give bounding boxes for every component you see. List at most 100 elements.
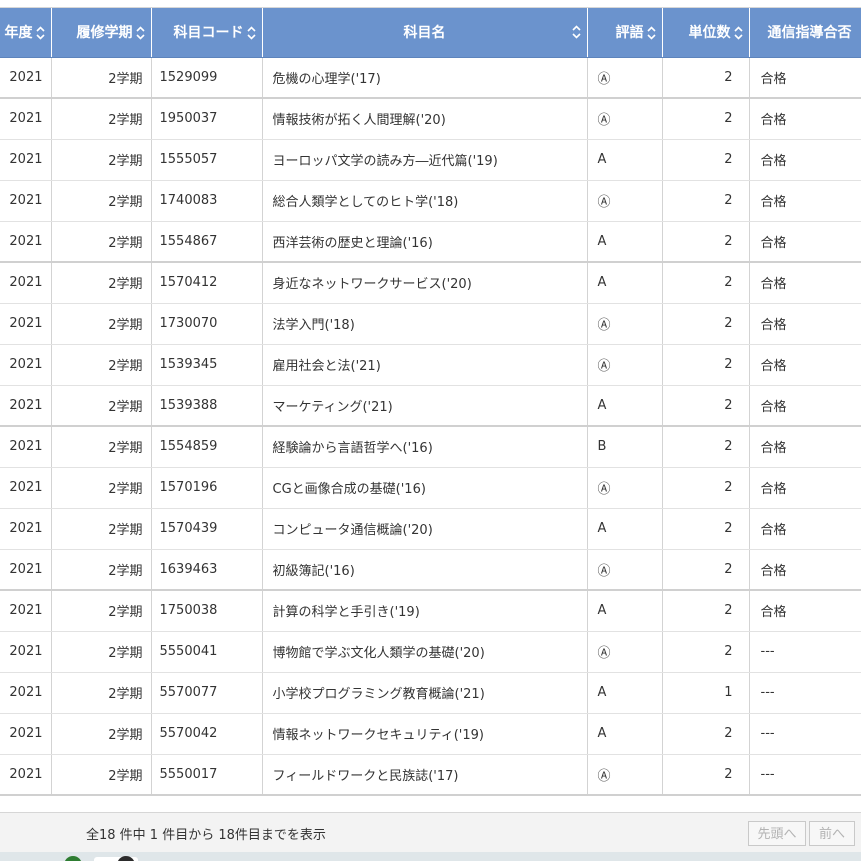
cell-year: 2021 [0, 549, 52, 591]
cell-term: 2学期 [51, 672, 152, 714]
table-footer: 全18 件中 1 件目から 18件目までを表示 先頭へ 前へ [0, 812, 861, 852]
cell-year: 2021 [0, 385, 52, 427]
table-row[interactable]: 2021 2学期 1639463 初級簿記('16) Ⓐ 2 合格 [0, 549, 861, 591]
table-row[interactable]: 2021 2学期 1950037 情報技術が拓く人間理解('20) Ⓐ 2 合格 [0, 98, 861, 140]
table-row[interactable]: 2021 2学期 1539388 マーケティング('21) A 2 合格 [0, 385, 861, 427]
cell-term: 2学期 [51, 221, 152, 263]
table-header-row: 年度 履修学期 科目コード 科目名 評語 単位数 通信指導合否 [0, 8, 861, 58]
cell-credits: 2 [662, 139, 750, 181]
cell-credits: 2 [662, 98, 750, 140]
cell-year: 2021 [0, 508, 52, 550]
table-row[interactable]: 2021 2学期 1554859 経験論から言語哲学へ('16) B 2 合格 [0, 426, 861, 468]
sort-icon [733, 26, 743, 40]
sort-icon [571, 25, 581, 39]
cell-code: 5550017 [151, 754, 263, 796]
cell-term: 2学期 [51, 631, 152, 673]
cell-credits: 2 [662, 221, 750, 263]
cell-grade: A [587, 713, 663, 755]
column-header-year[interactable]: 年度 [0, 8, 52, 58]
cell-grade: A [587, 262, 663, 304]
cell-code: 1554867 [151, 221, 263, 263]
cell-code: 1555057 [151, 139, 263, 181]
cell-year: 2021 [0, 98, 52, 140]
top-border [0, 0, 861, 8]
table-row[interactable]: 2021 2学期 5550017 フィールドワークと民族誌('17) Ⓐ 2 --- [0, 754, 861, 796]
sort-icon [135, 26, 145, 40]
prev-page-button[interactable]: 前へ [809, 821, 855, 846]
cell-pass-status: 合格 [749, 385, 861, 427]
cell-course-name: 博物館で学ぶ文化人類学の基礎('20) [262, 631, 588, 673]
cell-grade: Ⓐ [587, 98, 663, 140]
column-header-label: 履修学期 [76, 25, 133, 42]
cell-course-name: 雇用社会と法('21) [262, 344, 588, 386]
table-row[interactable]: 2021 2学期 5570077 小学校プログラミング教育概論('21) A 1 --- [0, 672, 861, 714]
cell-credits: 2 [662, 631, 750, 673]
cell-term: 2学期 [51, 180, 152, 222]
table-row[interactable]: 2021 2学期 1750038 計算の科学と手引き('19) A 2 合格 [0, 590, 861, 632]
cell-credits: 2 [662, 385, 750, 427]
table-row[interactable]: 2021 2学期 1529099 危機の心理学('17) Ⓐ 2 合格 [0, 57, 861, 99]
cell-grade: Ⓐ [587, 344, 663, 386]
column-header-grade[interactable]: 評語 [587, 8, 663, 58]
cell-grade: B [587, 426, 663, 468]
cell-term: 2学期 [51, 303, 152, 345]
table-row[interactable]: 2021 2学期 1555057 ヨーロッパ文学の読み方―近代篇('19) A 2 合格 [0, 139, 861, 181]
cell-code: 5570077 [151, 672, 263, 714]
cell-term: 2学期 [51, 713, 152, 755]
table-row[interactable]: 2021 2学期 5570042 情報ネットワークセキュリティ('19) A 2 --- [0, 713, 861, 755]
table-row[interactable]: 2021 2学期 1730070 法学入門('18) Ⓐ 2 合格 [0, 303, 861, 345]
table-body: 2021 2学期 1529099 危機の心理学('17) Ⓐ 2 合格 2021 2学期 1950… [0, 57, 861, 796]
cell-pass-status: 合格 [749, 139, 861, 181]
cell-pass-status: 合格 [749, 508, 861, 550]
cell-code: 1570412 [151, 262, 263, 304]
cell-pass-status: 合格 [749, 344, 861, 386]
app-frame: 年度 履修学期 科目コード 科目名 評語 単位数 通信指導合否 2021 2学期… [0, 0, 861, 861]
cell-credits: 2 [662, 590, 750, 632]
table-row[interactable]: 2021 2学期 1554867 西洋芸術の歴史と理論('16) A 2 合格 [0, 221, 861, 263]
cell-grade: A [587, 385, 663, 427]
sort-icon [246, 26, 256, 40]
column-header-code[interactable]: 科目コード [151, 8, 263, 58]
cell-term: 2学期 [51, 385, 152, 427]
sort-icon [35, 26, 45, 40]
cell-course-name: 情報技術が拓く人間理解('20) [262, 98, 588, 140]
column-header-term[interactable]: 履修学期 [51, 8, 152, 58]
cell-term: 2学期 [51, 139, 152, 181]
cell-year: 2021 [0, 57, 52, 99]
table-row[interactable]: 2021 2学期 1740083 総合人類学としてのヒト学('18) Ⓐ 2 合格 [0, 180, 861, 222]
cell-course-name: マーケティング('21) [262, 385, 588, 427]
cell-grade: Ⓐ [587, 631, 663, 673]
cell-term: 2学期 [51, 98, 152, 140]
cell-credits: 2 [662, 262, 750, 304]
cell-grade: Ⓐ [587, 180, 663, 222]
cell-course-name: 西洋芸術の歴史と理論('16) [262, 221, 588, 263]
cell-pass-status: 合格 [749, 57, 861, 99]
app-icon[interactable] [64, 856, 82, 861]
cell-grade: A [587, 221, 663, 263]
column-header-pass[interactable]: 通信指導合否 [749, 8, 861, 58]
taskbar [0, 852, 861, 861]
cell-credits: 2 [662, 549, 750, 591]
cell-credits: 2 [662, 426, 750, 468]
table-row[interactable]: 2021 2学期 1570439 コンピュータ通信概論('20) A 2 合格 [0, 508, 861, 550]
cell-course-name: 総合人類学としてのヒト学('18) [262, 180, 588, 222]
cell-grade: A [587, 508, 663, 550]
cell-credits: 2 [662, 180, 750, 222]
table-row[interactable]: 2021 2学期 1570412 身近なネットワークサービス('20) A 2 合格 [0, 262, 861, 304]
cell-course-name: ヨーロッパ文学の読み方―近代篇('19) [262, 139, 588, 181]
table-row[interactable]: 2021 2学期 1570196 CGと画像合成の基礎('16) Ⓐ 2 合格 [0, 467, 861, 509]
cell-code: 1570439 [151, 508, 263, 550]
column-header-credits[interactable]: 単位数 [662, 8, 750, 58]
cell-course-name: 身近なネットワークサービス('20) [262, 262, 588, 304]
cell-grade: A [587, 672, 663, 714]
column-header-label: 年度 [4, 25, 33, 42]
cell-code: 1750038 [151, 590, 263, 632]
column-header-name[interactable]: 科目名 [262, 8, 588, 58]
cell-pass-status: --- [749, 754, 861, 796]
cell-code: 1740083 [151, 180, 263, 222]
cell-code: 1554859 [151, 426, 263, 468]
table-row[interactable]: 2021 2学期 5550041 博物館で学ぶ文化人類学の基礎('20) Ⓐ 2 --- [0, 631, 861, 673]
cell-year: 2021 [0, 754, 52, 796]
table-row[interactable]: 2021 2学期 1539345 雇用社会と法('21) Ⓐ 2 合格 [0, 344, 861, 386]
first-page-button[interactable]: 先頭へ [748, 821, 806, 846]
